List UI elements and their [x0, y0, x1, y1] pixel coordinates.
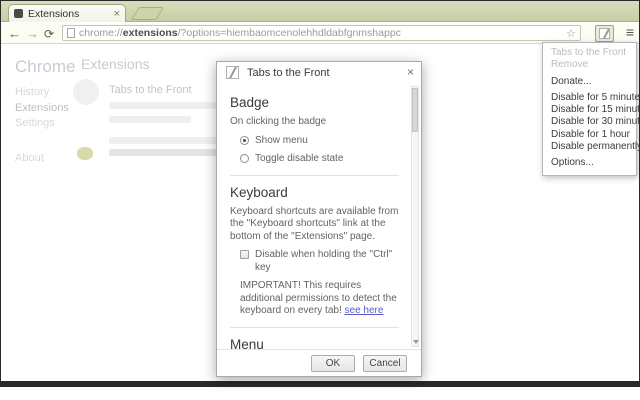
bookmark-star-icon[interactable]: ☆	[566, 27, 576, 40]
forward-icon[interactable]: →	[26, 25, 39, 42]
sidebar-title: Chrome	[15, 57, 76, 76]
menu-item-disable-15min[interactable]: Disable for 15 minutes	[543, 104, 640, 116]
page-title: Extensions	[81, 56, 150, 72]
section-divider	[230, 326, 399, 328]
url-text[interactable]: chrome://extensions/?options=hiembaomcen…	[79, 27, 562, 39]
tabs-to-front-icon	[599, 28, 610, 39]
extension-icon	[73, 79, 99, 105]
faded-text-line	[109, 149, 231, 156]
menu-item-options[interactable]: Options...	[543, 157, 636, 169]
close-icon[interactable]: ×	[407, 65, 414, 79]
keyboard-important-note: IMPORTANT! This requires additional perm…	[240, 280, 399, 318]
menu-item-extension-title: Tabs to the Front	[551, 47, 627, 58]
extensions-favicon-icon	[14, 9, 23, 18]
reload-icon[interactable]: ⟳	[44, 26, 54, 43]
checkbox-disable-ctrl[interactable]: Disable when holding the "Ctrl" key	[240, 249, 399, 274]
keyboard-description: Keyboard shortcuts are available from th…	[230, 205, 399, 242]
screenshot-root: Extensions × ← → ⟳ chrome://extensions/?…	[0, 0, 640, 400]
badge-label: On clicking the badge	[230, 116, 327, 127]
section-divider	[230, 174, 399, 176]
new-tab-button[interactable]	[130, 7, 165, 20]
radio-show-menu-label: Show menu	[255, 134, 308, 146]
dialog-scrollbar[interactable]	[411, 86, 419, 347]
sidebar-item-settings[interactable]: Settings	[15, 117, 55, 129]
dialog-footer: OK Cancel	[217, 349, 421, 376]
tab-extensions[interactable]: Extensions ×	[8, 4, 126, 22]
menu-item-donate[interactable]: Donate...	[543, 76, 636, 88]
tabs-to-front-icon	[226, 66, 239, 79]
url-host: extensions	[122, 27, 178, 39]
badge-section-heading: Badge	[230, 95, 270, 110]
radio-toggle-label: Toggle disable state	[255, 153, 344, 164]
extension-icon	[77, 147, 93, 160]
scrollbar-thumb[interactable]	[412, 88, 418, 132]
extension-name: Tabs to the Front	[109, 84, 192, 96]
dialog-header: Tabs to the Front ×	[217, 62, 421, 84]
dialog-body: Badge On clicking the badge Show menu To…	[217, 84, 421, 349]
menu-section-heading: Menu	[230, 336, 264, 350]
tab-close-icon[interactable]: ×	[114, 8, 120, 19]
radio-toggle-disable[interactable]: Toggle disable state	[240, 153, 399, 166]
browser-window: Extensions × ← → ⟳ chrome://extensions/?…	[0, 0, 640, 387]
url-scheme: chrome://	[79, 27, 123, 39]
omnibox[interactable]: chrome://extensions/?options=hiembaomcen…	[62, 25, 581, 41]
menu-item-disable-5min[interactable]: Disable for 5 minutes	[543, 92, 640, 104]
menu-item-remove[interactable]: Remove	[543, 59, 636, 71]
radio-icon[interactable]	[240, 135, 249, 145]
scrollbar-down-icon[interactable]	[413, 340, 419, 344]
see-here-link[interactable]: see here	[345, 305, 384, 316]
browser-toolbar: ← → ⟳ chrome://extensions/?options=hiemb…	[1, 23, 639, 44]
radio-icon[interactable]	[240, 154, 249, 163]
options-dialog: Tabs to the Front × Badge On clicking th…	[216, 61, 422, 377]
tab-strip: Extensions ×	[1, 1, 639, 22]
badge-dropdown-menu: Tabs to the Front Remove Donate... Disab…	[542, 42, 640, 176]
page-icon	[67, 28, 75, 38]
checkbox-icon[interactable]	[240, 250, 249, 259]
menu-item-disable-permanently[interactable]: Disable permanently	[543, 141, 640, 153]
url-query: /?options=hiembaomcenolehhdldabfgnmshapp…	[177, 27, 401, 39]
checkbox-disable-ctrl-label: Disable when holding the "Ctrl" key	[255, 249, 393, 273]
sidebar-item-about[interactable]: About	[15, 152, 44, 164]
menu-item-disable-30min[interactable]: Disable for 30 minutes	[543, 116, 640, 128]
cancel-button[interactable]: Cancel	[363, 354, 407, 372]
chrome-menu-icon[interactable]: ≡	[626, 24, 634, 40]
keyboard-section-heading: Keyboard	[230, 184, 288, 200]
tab-title: Extensions	[28, 7, 80, 20]
dialog-title: Tabs to the Front	[247, 67, 330, 79]
sidebar-item-extensions[interactable]: Extensions	[15, 102, 69, 114]
ok-button[interactable]: OK	[311, 354, 355, 372]
radio-show-menu[interactable]: Show menu	[240, 135, 399, 148]
extension-action-button[interactable]	[595, 25, 614, 42]
faded-text-line	[109, 116, 191, 123]
sidebar-item-history[interactable]: History	[15, 86, 49, 98]
back-icon[interactable]: ←	[8, 25, 21, 42]
menu-item-disable-1hour[interactable]: Disable for 1 hour	[543, 129, 636, 141]
